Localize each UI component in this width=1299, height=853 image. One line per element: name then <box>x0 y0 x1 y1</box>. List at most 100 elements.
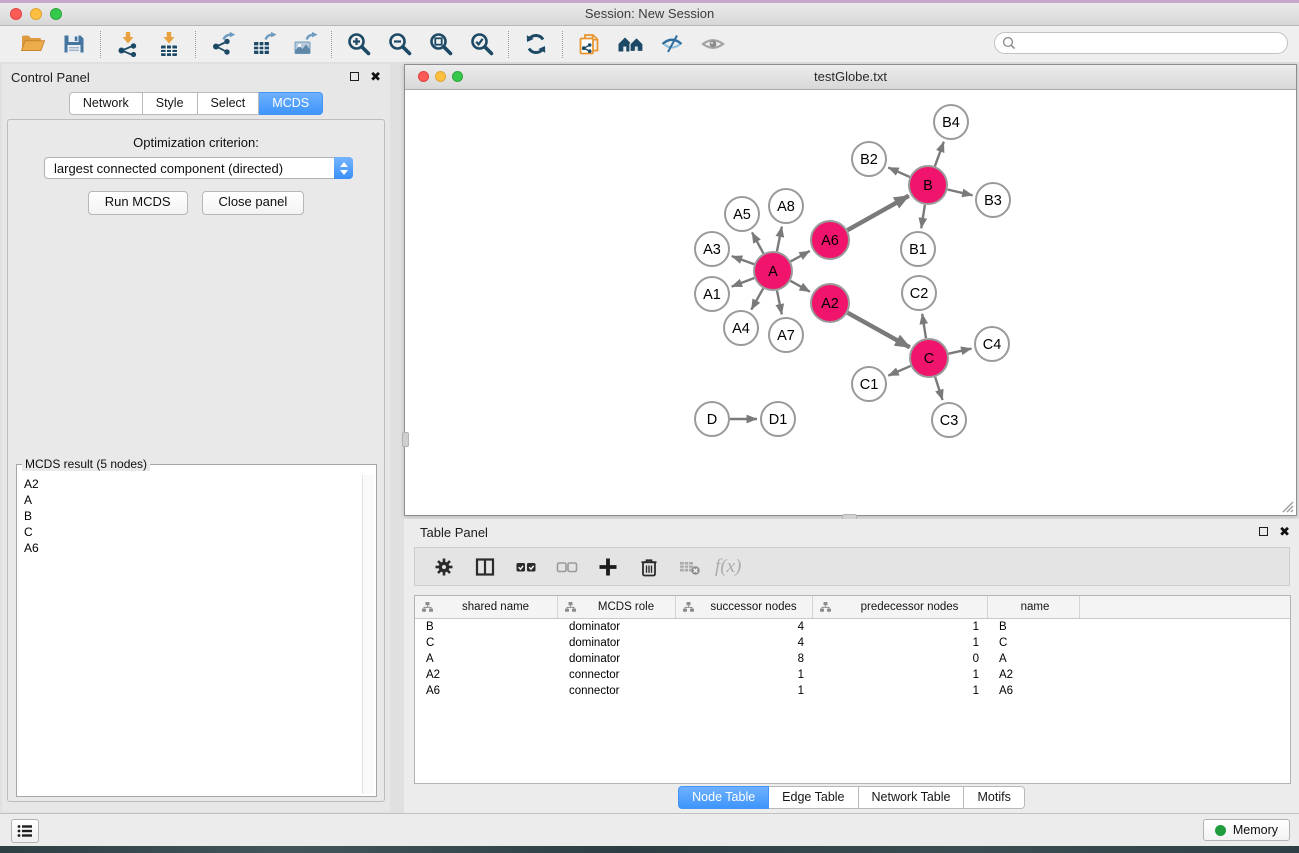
resize-grip-icon[interactable] <box>1280 499 1294 513</box>
mcds-result-item[interactable]: C <box>24 524 361 540</box>
graph-node-C4[interactable]: C4 <box>975 327 1009 361</box>
graph-edge-B-B4[interactable] <box>935 142 944 166</box>
float-table-panel-icon[interactable] <box>1259 527 1268 536</box>
mcds-result-item[interactable]: A6 <box>24 540 361 556</box>
zoom-fit-icon[interactable] <box>425 30 456 58</box>
delete-table-icon[interactable] <box>678 555 702 579</box>
float-panel-icon[interactable] <box>350 72 359 81</box>
mcds-result-item[interactable]: A <box>24 492 361 508</box>
minimize-window-button[interactable] <box>30 8 42 20</box>
tab-style[interactable]: Style <box>143 92 198 115</box>
search-field[interactable] <box>994 32 1288 54</box>
maximize-window-button[interactable] <box>50 8 62 20</box>
graph-node-B4[interactable]: B4 <box>934 105 968 139</box>
graph-node-D1[interactable]: D1 <box>761 402 795 436</box>
graph-edge-C-C1[interactable] <box>888 366 910 376</box>
open-session-icon[interactable] <box>17 30 48 58</box>
graph-edge-A-A1[interactable] <box>732 278 755 287</box>
deselect-all-icon[interactable] <box>555 555 579 579</box>
graph-edge-A-A5[interactable] <box>752 232 763 253</box>
graph-node-C[interactable]: C <box>910 339 948 377</box>
network-maximize-button[interactable] <box>452 71 463 82</box>
task-history-button[interactable] <box>11 819 39 843</box>
graph-node-A6[interactable]: A6 <box>811 221 849 259</box>
show-columns-icon[interactable] <box>473 555 497 579</box>
table-row[interactable]: A6connector11A6 <box>415 683 1290 699</box>
clone-network-icon[interactable] <box>574 30 605 58</box>
show-graphics-details-icon[interactable] <box>697 30 728 58</box>
graph-edge-B-B2[interactable] <box>888 167 909 176</box>
graph-edge-B-B1[interactable] <box>921 205 925 228</box>
graph-node-B3[interactable]: B3 <box>976 183 1010 217</box>
table-row[interactable]: Adominator80A <box>415 651 1290 667</box>
graph-edge-B-B3[interactable] <box>947 189 972 195</box>
graph-edge-A-A6[interactable] <box>791 251 810 261</box>
graph-node-A2[interactable]: A2 <box>811 284 849 322</box>
hide-graphics-details-icon[interactable] <box>656 30 687 58</box>
home-icon[interactable] <box>615 30 646 58</box>
table-row[interactable]: A2connector11A2 <box>415 667 1290 683</box>
add-column-icon[interactable] <box>596 555 620 579</box>
function-builder-icon[interactable]: f(x) <box>715 556 741 578</box>
network-close-button[interactable] <box>418 71 429 82</box>
graph-node-B[interactable]: B <box>909 166 947 204</box>
zoom-selected-icon[interactable] <box>466 30 497 58</box>
column-header-name[interactable]: name <box>988 596 1080 618</box>
column-header-successor-nodes[interactable]: successor nodes <box>676 596 813 618</box>
graph-edge-A-A7[interactable] <box>777 291 782 315</box>
graph-node-A5[interactable]: A5 <box>725 197 759 231</box>
graph-edge-C-C3[interactable] <box>935 377 942 400</box>
table-settings-gear-icon[interactable] <box>432 555 456 579</box>
graph-node-A3[interactable]: A3 <box>695 232 729 266</box>
table-row[interactable]: Bdominator41B <box>415 619 1290 635</box>
network-minimize-button[interactable] <box>435 71 446 82</box>
tab-edge-table[interactable]: Edge Table <box>769 786 858 809</box>
tab-select[interactable]: Select <box>198 92 260 115</box>
graph-edge-A-A4[interactable] <box>751 288 763 309</box>
graph-node-A8[interactable]: A8 <box>769 189 803 223</box>
graph-node-A1[interactable]: A1 <box>695 277 729 311</box>
left-splitter-handle[interactable] <box>402 432 409 447</box>
import-table-icon[interactable] <box>153 30 184 58</box>
export-network-icon[interactable] <box>207 30 238 58</box>
delete-column-trash-icon[interactable] <box>637 555 661 579</box>
export-image-icon[interactable] <box>289 30 320 58</box>
close-panel-button[interactable]: Close panel <box>202 191 305 215</box>
mcds-result-item[interactable]: B <box>24 508 361 524</box>
graph-node-B1[interactable]: B1 <box>901 232 935 266</box>
graph-node-A7[interactable]: A7 <box>769 318 803 352</box>
table-row[interactable]: Cdominator41C <box>415 635 1290 651</box>
column-header-predecessor-nodes[interactable]: predecessor nodes <box>813 596 988 618</box>
tab-network-table[interactable]: Network Table <box>859 786 965 809</box>
zoom-out-icon[interactable] <box>384 30 415 58</box>
tab-network[interactable]: Network <box>69 92 143 115</box>
refresh-icon[interactable] <box>520 30 551 58</box>
close-panel-icon[interactable]: ✖ <box>370 71 381 82</box>
graph-node-C2[interactable]: C2 <box>902 276 936 310</box>
graph-node-A[interactable]: A <box>754 252 792 290</box>
graph-node-C3[interactable]: C3 <box>932 403 966 437</box>
graph-edge-A-A2[interactable] <box>790 281 810 292</box>
criterion-dropdown[interactable]: largest connected component (directed) <box>44 157 353 179</box>
column-header-shared-name[interactable]: shared name <box>415 596 558 618</box>
graph-edge-A-A8[interactable] <box>777 227 782 252</box>
graph-edge-A2-C[interactable] <box>847 313 909 348</box>
graph-node-D[interactable]: D <box>695 402 729 436</box>
memory-button[interactable]: Memory <box>1203 819 1290 841</box>
close-window-button[interactable] <box>10 8 22 20</box>
column-header-MCDS-role[interactable]: MCDS role <box>558 596 676 618</box>
graph-node-C1[interactable]: C1 <box>852 367 886 401</box>
graph-node-B2[interactable]: B2 <box>852 142 886 176</box>
zoom-in-icon[interactable] <box>343 30 374 58</box>
export-table-icon[interactable] <box>248 30 279 58</box>
tab-node-table[interactable]: Node Table <box>678 786 769 809</box>
graph-edge-C-C2[interactable] <box>922 314 926 338</box>
graph-edge-A6-B[interactable] <box>847 196 908 230</box>
search-input[interactable] <box>1016 35 1287 51</box>
graph-edge-A-A3[interactable] <box>732 256 754 264</box>
run-mcds-button[interactable]: Run MCDS <box>88 191 188 215</box>
graph-edge-C-C4[interactable] <box>949 349 972 354</box>
graph-node-A4[interactable]: A4 <box>724 311 758 345</box>
tab-mcds[interactable]: MCDS <box>259 92 323 115</box>
network-canvas[interactable]: B4 B2 B B3 B1 A5 A8A6 A3 A A1A4 A7A2 C2 C4 C C1 C3 D D1 <box>406 90 1295 514</box>
